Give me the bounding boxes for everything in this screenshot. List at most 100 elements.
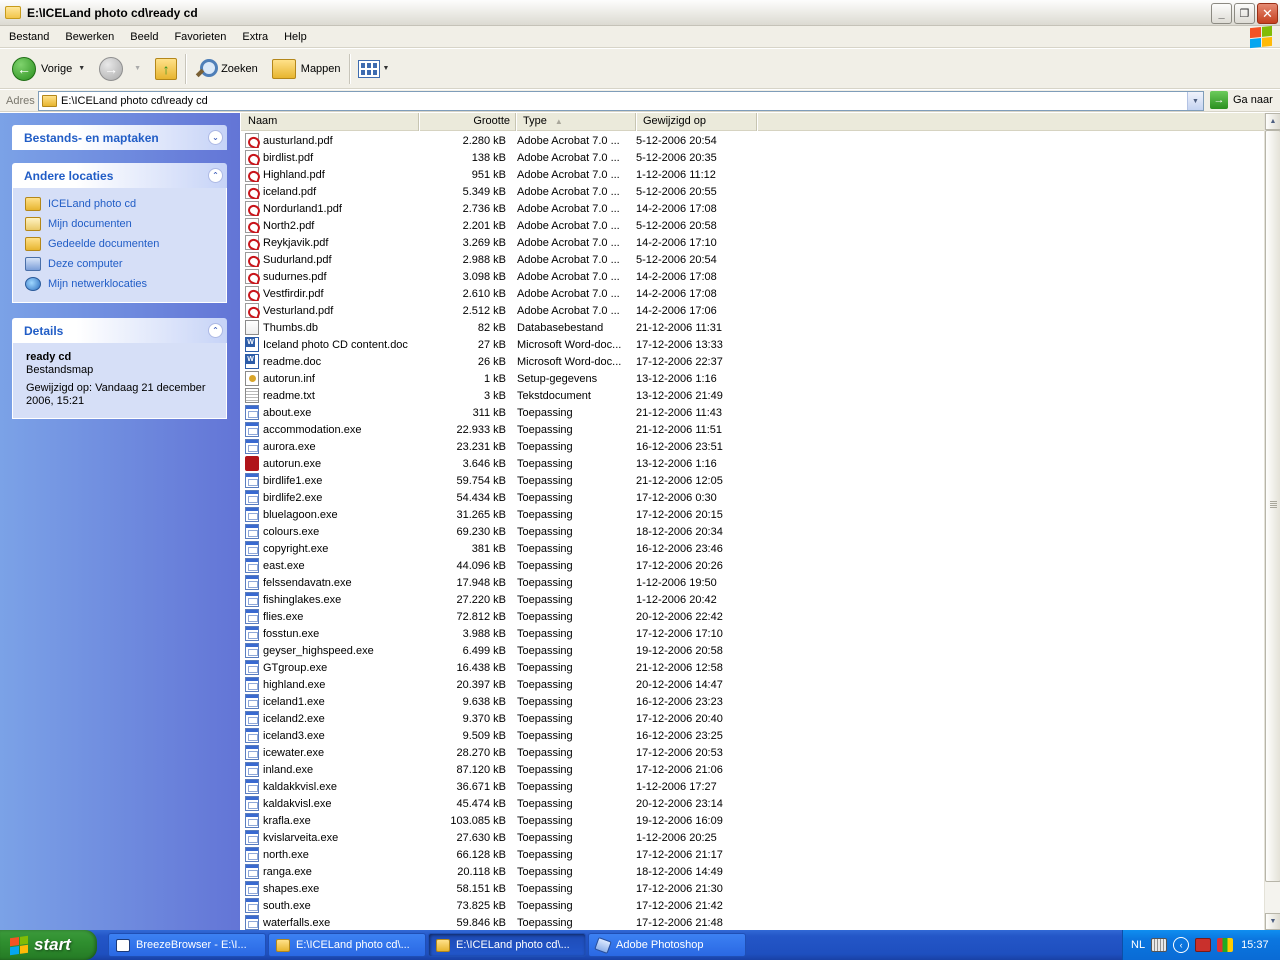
file-row[interactable]: geyser_highspeed.exe 6.499 kB Toepassing 19… xyxy=(241,642,1264,659)
file-name-cell[interactable]: east.exe xyxy=(241,558,419,573)
maximize-button[interactable]: ❐ xyxy=(1234,3,1255,24)
file-row[interactable]: Reykjavik.pdf 3.269 kB Adobe Acrobat 7.0 .… xyxy=(241,234,1264,251)
file-tasks-header[interactable]: Bestands- en maptaken ⌄ xyxy=(12,125,227,150)
file-name-cell[interactable]: aurora.exe xyxy=(241,439,419,454)
file-row[interactable]: Nordurland1.pdf 2.736 kB Adobe Acrobat 7.0… xyxy=(241,200,1264,217)
file-row[interactable]: birdlist.pdf 138 kB Adobe Acrobat 7.0 ... 5… xyxy=(241,149,1264,166)
security-center-icon[interactable] xyxy=(1217,938,1234,952)
file-row[interactable]: flies.exe 72.812 kB Toepassing 20-12-2006 2… xyxy=(241,608,1264,625)
language-indicator[interactable]: NL xyxy=(1131,939,1145,951)
vertical-scrollbar[interactable]: ▲ ▼ xyxy=(1264,113,1280,930)
file-name-cell[interactable]: austurland.pdf xyxy=(241,133,419,148)
file-name-cell[interactable]: fosstun.exe xyxy=(241,626,419,641)
file-row[interactable]: Iceland photo CD content.doc 27 kB Microso… xyxy=(241,336,1264,353)
collapse-icon[interactable]: ⌃ xyxy=(208,168,223,183)
file-name-cell[interactable]: readme.doc xyxy=(241,354,419,369)
file-name-cell[interactable]: iceland2.exe xyxy=(241,711,419,726)
file-row[interactable]: iceland2.exe 9.370 kB Toepassing 17-12-2006… xyxy=(241,710,1264,727)
location-iceland-photo-cd[interactable]: ICELand photo cd xyxy=(25,194,214,214)
file-row[interactable]: kaldakvisl.exe 45.474 kB Toepassing 20-12-2… xyxy=(241,795,1264,812)
column-header-size[interactable]: Grootte xyxy=(419,113,516,131)
file-name-cell[interactable]: inland.exe xyxy=(241,762,419,777)
column-header-type[interactable]: Type ▲ xyxy=(516,113,636,131)
location-my-computer[interactable]: Deze computer xyxy=(25,254,214,274)
close-button[interactable]: ✕ xyxy=(1257,3,1278,24)
file-row[interactable]: readme.doc 26 kB Microsoft Word-doc... 17-1… xyxy=(241,353,1264,370)
file-row[interactable]: waterfalls.exe 59.846 kB Toepassing 17-12-2… xyxy=(241,914,1264,930)
up-button[interactable]: ↑ xyxy=(151,52,181,86)
file-name-cell[interactable]: birdlist.pdf xyxy=(241,150,419,165)
file-row[interactable]: Sudurland.pdf 2.988 kB Adobe Acrobat 7.0 .… xyxy=(241,251,1264,268)
menu-bewerken[interactable]: Bewerken xyxy=(57,26,122,48)
file-name-cell[interactable]: highland.exe xyxy=(241,677,419,692)
scroll-down-button[interactable]: ▼ xyxy=(1265,913,1280,930)
file-name-cell[interactable]: krafla.exe xyxy=(241,813,419,828)
file-row[interactable]: iceland.pdf 5.349 kB Adobe Acrobat 7.0 ...… xyxy=(241,183,1264,200)
location-shared-documents[interactable]: Gedeelde documenten xyxy=(25,234,214,254)
file-row[interactable]: iceland3.exe 9.509 kB Toepassing 16-12-2006… xyxy=(241,727,1264,744)
file-row[interactable]: accommodation.exe 22.933 kB Toepassing 21-1… xyxy=(241,421,1264,438)
file-name-cell[interactable]: North2.pdf xyxy=(241,218,419,233)
column-header-modified[interactable]: Gewijzigd op xyxy=(636,113,757,131)
file-row[interactable]: kaldakkvisl.exe 36.671 kB Toepassing 1-12-2… xyxy=(241,778,1264,795)
file-name-cell[interactable]: kaldakkvisl.exe xyxy=(241,779,419,794)
other-locations-header[interactable]: Andere locaties ⌃ xyxy=(12,163,227,188)
file-row[interactable]: GTgroup.exe 16.438 kB Toepassing 21-12-2006… xyxy=(241,659,1264,676)
file-name-cell[interactable]: shapes.exe xyxy=(241,881,419,896)
file-row[interactable]: south.exe 73.825 kB Toepassing 17-12-2006 2… xyxy=(241,897,1264,914)
back-dropdown-icon[interactable]: ▼ xyxy=(78,65,85,72)
menu-help[interactable]: Help xyxy=(276,26,315,48)
file-name-cell[interactable]: flies.exe xyxy=(241,609,419,624)
address-dropdown-icon[interactable]: ▼ xyxy=(1187,92,1203,110)
file-name-cell[interactable]: autorun.exe xyxy=(241,456,419,471)
file-name-cell[interactable]: Reykjavik.pdf xyxy=(241,235,419,250)
file-name-cell[interactable]: kaldakvisl.exe xyxy=(241,796,419,811)
file-row[interactable]: east.exe 44.096 kB Toepassing 17-12-2006 20… xyxy=(241,557,1264,574)
file-name-cell[interactable]: Thumbs.db xyxy=(241,320,419,335)
file-row[interactable]: fishinglakes.exe 27.220 kB Toepassing 1-12-… xyxy=(241,591,1264,608)
file-row[interactable]: colours.exe 69.230 kB Toepassing 18-12-2006… xyxy=(241,523,1264,540)
forward-button[interactable]: → ▼ xyxy=(95,52,145,86)
menu-extra[interactable]: Extra xyxy=(234,26,276,48)
security-lock-icon[interactable] xyxy=(1195,938,1212,952)
file-row[interactable]: fosstun.exe 3.988 kB Toepassing 17-12-2006 … xyxy=(241,625,1264,642)
address-input[interactable]: E:\ICELand photo cd\ready cd ▼ xyxy=(38,91,1204,111)
file-row[interactable]: kvislarveita.exe 27.630 kB Toepassing 1-12-… xyxy=(241,829,1264,846)
file-name-cell[interactable]: north.exe xyxy=(241,847,419,862)
keyboard-icon[interactable] xyxy=(1151,938,1168,952)
file-row[interactable]: Thumbs.db 82 kB Databasebestand 21-12-2006 … xyxy=(241,319,1264,336)
file-row[interactable]: Vestfirdir.pdf 2.610 kB Adobe Acrobat 7.0 … xyxy=(241,285,1264,302)
file-row[interactable]: about.exe 311 kB Toepassing 21-12-2006 11:4… xyxy=(241,404,1264,421)
menu-favorieten[interactable]: Favorieten xyxy=(166,26,234,48)
file-name-cell[interactable]: iceland3.exe xyxy=(241,728,419,743)
file-row[interactable]: readme.txt 3 kB Tekstdocument 13-12-2006 21… xyxy=(241,387,1264,404)
file-row[interactable]: autorun.inf 1 kB Setup-gegevens 13-12-2006 … xyxy=(241,370,1264,387)
file-row[interactable]: birdlife2.exe 54.434 kB Toepassing 17-12-20… xyxy=(241,489,1264,506)
file-name-cell[interactable]: iceland1.exe xyxy=(241,694,419,709)
taskbar-item-explorer-1[interactable]: E:\ICELand photo cd\... xyxy=(268,933,426,957)
file-row[interactable]: sudurnes.pdf 3.098 kB Adobe Acrobat 7.0 ..… xyxy=(241,268,1264,285)
file-row[interactable]: austurland.pdf 2.280 kB Adobe Acrobat 7.0 … xyxy=(241,132,1264,149)
file-name-cell[interactable]: Iceland photo CD content.doc xyxy=(241,337,419,352)
file-name-cell[interactable]: autorun.inf xyxy=(241,371,419,386)
column-header-name[interactable]: Naam xyxy=(241,113,419,131)
file-name-cell[interactable]: Highland.pdf xyxy=(241,167,419,182)
file-name-cell[interactable]: iceland.pdf xyxy=(241,184,419,199)
menu-beeld[interactable]: Beeld xyxy=(122,26,166,48)
file-row[interactable]: ranga.exe 20.118 kB Toepassing 18-12-2006 1… xyxy=(241,863,1264,880)
file-row[interactable]: copyright.exe 381 kB Toepassing 16-12-2006 … xyxy=(241,540,1264,557)
file-row[interactable]: Vesturland.pdf 2.512 kB Adobe Acrobat 7.0 … xyxy=(241,302,1264,319)
expand-icon[interactable]: ⌄ xyxy=(208,130,223,145)
details-header[interactable]: Details ⌃ xyxy=(12,318,227,343)
file-row[interactable]: inland.exe 87.120 kB Toepassing 17-12-2006 … xyxy=(241,761,1264,778)
file-row[interactable]: autorun.exe 3.646 kB Toepassing 13-12-2006 … xyxy=(241,455,1264,472)
start-button[interactable]: start xyxy=(0,930,97,960)
go-button[interactable]: → Ga naar xyxy=(1210,91,1273,109)
file-name-cell[interactable]: readme.txt xyxy=(241,388,419,403)
taskbar-item-photoshop[interactable]: Adobe Photoshop xyxy=(588,933,746,957)
back-button[interactable]: ← Vorige ▼ xyxy=(8,52,89,86)
file-row[interactable]: highland.exe 20.397 kB Toepassing 20-12-200… xyxy=(241,676,1264,693)
clock[interactable]: 15:37 xyxy=(1241,939,1269,951)
scroll-thumb[interactable] xyxy=(1265,130,1280,882)
file-row[interactable]: shapes.exe 58.151 kB Toepassing 17-12-2006 … xyxy=(241,880,1264,897)
